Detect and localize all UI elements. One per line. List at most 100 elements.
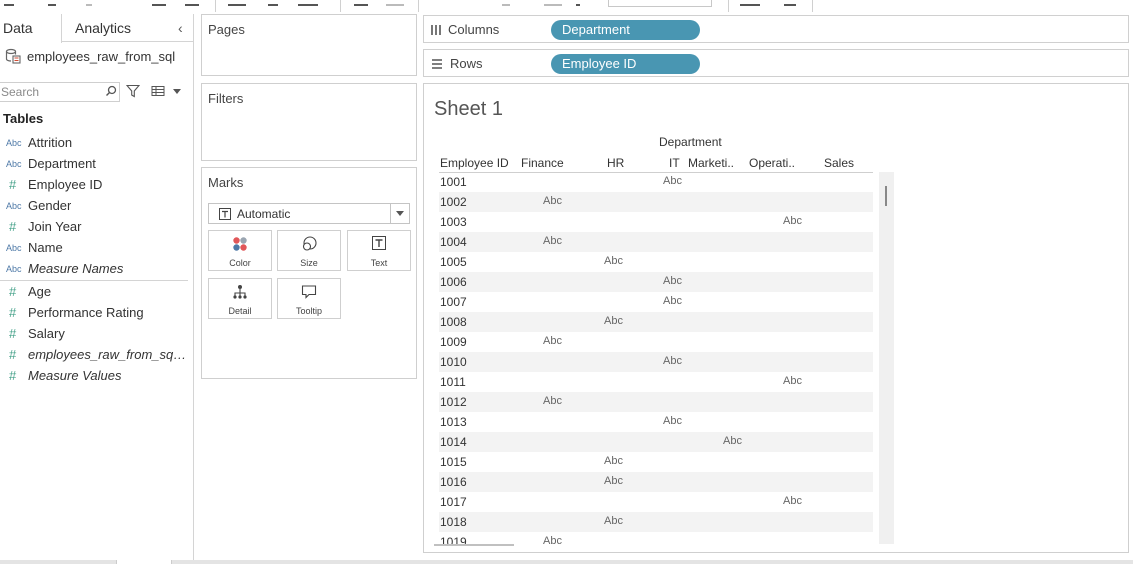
field-salary[interactable]: # Salary [0,323,194,344]
field-name[interactable]: Abc Name [0,237,194,258]
table-row[interactable]: 1003 Abc [439,212,873,232]
abc-mark[interactable]: Abc [604,455,623,467]
fit-dropdown[interactable] [608,0,712,7]
collapse-pane-icon[interactable]: ‹ [178,21,188,35]
columns-shelf[interactable]: Columns Department [423,15,1129,43]
abc-mark[interactable]: Abc [783,375,802,387]
abc-mark[interactable]: Abc [604,255,623,267]
presentation-icon[interactable] [784,0,796,6]
table-row[interactable]: 1019 Abc [439,532,873,552]
color-button[interactable]: Color [208,230,272,271]
table-row[interactable]: 1013 Abc [439,412,873,432]
search-input[interactable] [0,82,120,102]
field-measure-values[interactable]: # Measure Values [0,365,194,386]
table-row[interactable]: 1014 Abc [439,432,873,452]
field-measure-names[interactable]: Abc Measure Names [0,258,194,279]
abc-mark[interactable]: Abc [604,475,623,487]
abc-mark[interactable]: Abc [663,275,682,287]
table-row[interactable]: 1008 Abc [439,312,873,332]
field-employee-id[interactable]: # Employee ID [0,174,194,195]
add-datasource-icon[interactable] [185,0,199,6]
table-row[interactable]: 1007 Abc [439,292,873,312]
employee-id-pill[interactable]: Employee ID [551,54,700,74]
field-gender[interactable]: Abc Gender [0,195,194,216]
abc-mark[interactable]: Abc [783,495,802,507]
rows-shelf[interactable]: Rows Employee ID [423,49,1129,77]
department-pill[interactable]: Department [551,20,700,40]
chevron-down-icon[interactable] [173,89,181,94]
abc-mark[interactable]: Abc [663,415,682,427]
vertical-scrollbar[interactable] [879,172,894,544]
tab-data[interactable]: Data [0,14,62,43]
table-row[interactable]: 1012 Abc [439,392,873,412]
field-attrition[interactable]: Abc Attrition [0,132,194,153]
sheet-title[interactable]: Sheet 1 [434,98,503,121]
table-row[interactable]: 1018 Abc [439,512,873,532]
redo-icon[interactable] [86,0,92,6]
field-performance-rating[interactable]: # Performance Rating [0,302,194,323]
abc-mark[interactable]: Abc [543,195,562,207]
abc-mark[interactable]: Abc [543,235,562,247]
abc-mark[interactable]: Abc [723,435,742,447]
column-header[interactable]: Finance [521,156,564,170]
filters-card[interactable]: Filters [201,83,417,161]
detail-button[interactable]: Detail [208,278,272,319]
table-row[interactable]: 1011 Abc [439,372,873,392]
clear-sheet-icon[interactable] [298,0,318,6]
column-header[interactable]: Marketi.. [688,156,734,170]
abc-mark[interactable]: Abc [604,315,623,327]
table-row[interactable]: 1017 Abc [439,492,873,512]
table-row[interactable]: 1005 Abc [439,252,873,272]
abc-mark[interactable]: Abc [663,175,682,187]
abc-mark[interactable]: Abc [543,395,562,407]
column-header[interactable]: Sales [824,156,854,170]
chevron-down-icon[interactable] [390,204,409,223]
sort-asc-icon[interactable] [386,0,404,6]
sheet-tab[interactable] [116,560,172,564]
field-employees-raw-from-sql[interactable]: # employees_raw_from_sql.... [0,344,194,365]
list-view-icon[interactable] [151,84,165,98]
abc-mark[interactable]: Abc [663,355,682,367]
column-header[interactable]: IT [669,156,680,170]
group-icon[interactable] [544,0,562,6]
table-row[interactable]: 1015 Abc [439,452,873,472]
table-row[interactable]: 1006 Abc [439,272,873,292]
size-button[interactable]: Size [277,230,341,271]
table-row[interactable]: 1016 Abc [439,472,873,492]
pages-card[interactable]: Pages [201,14,417,76]
label-icon[interactable] [576,0,580,6]
table-row[interactable]: 1010 Abc [439,352,873,372]
table-row[interactable]: 1004 Abc [439,232,873,252]
abc-mark[interactable]: Abc [543,535,562,547]
mark-type-dropdown[interactable]: Automatic [208,203,410,224]
field-department[interactable]: Abc Department [0,153,194,174]
abc-mark[interactable]: Abc [604,515,623,527]
field-age[interactable]: # Age [0,281,194,302]
table-row[interactable]: 1001 Abc [439,172,873,192]
duplicate-icon[interactable] [268,0,278,6]
column-header[interactable]: HR [607,156,624,170]
table-row[interactable]: 1009 Abc [439,332,873,352]
abc-mark[interactable]: Abc [783,215,802,227]
undo-icon[interactable] [48,0,56,6]
search-icon[interactable] [105,85,117,97]
abc-mark[interactable]: Abc [663,295,682,307]
horizontal-scrollbar[interactable] [434,544,514,546]
swap-icon[interactable] [354,0,368,6]
tooltip-button[interactable]: Tooltip [277,278,341,319]
column-header[interactable]: Operati.. [749,156,795,170]
abc-mark[interactable]: Abc [543,335,562,347]
show-cards-icon[interactable] [740,0,760,6]
new-datasource-icon[interactable] [152,0,166,6]
table-row[interactable]: 1002 Abc [439,192,873,212]
toolbar-icon[interactable] [4,0,14,6]
scrollbar-thumb[interactable] [885,186,887,206]
text-button[interactable]: Text [347,230,411,271]
tab-analytics[interactable]: Analytics [75,14,131,42]
employee-id-header[interactable]: Employee ID [440,156,509,170]
department-header[interactable]: Department [659,135,722,149]
filter-icon[interactable] [126,84,140,98]
field-join-year[interactable]: # Join Year [0,216,194,237]
datasource-item[interactable]: employees_raw_from_sql [5,48,175,64]
highlight-icon[interactable] [502,0,510,6]
